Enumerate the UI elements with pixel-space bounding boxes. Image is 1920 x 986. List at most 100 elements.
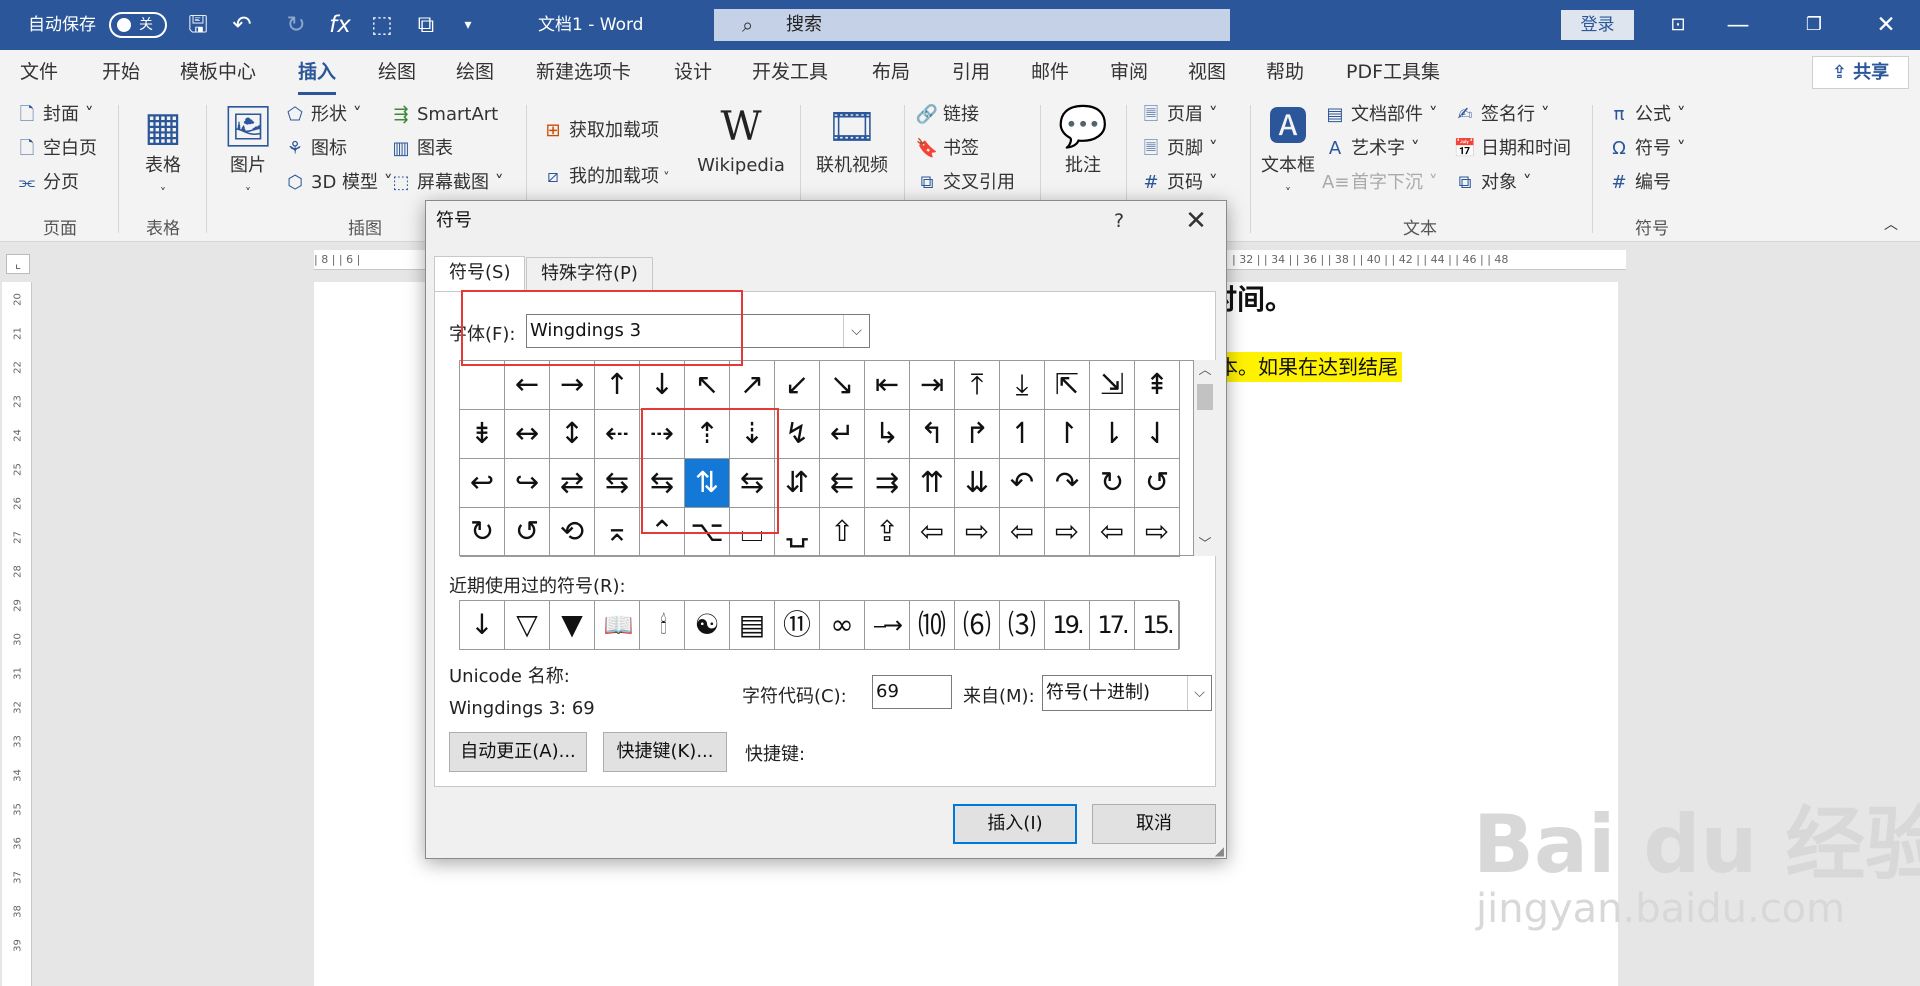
page-break-button[interactable]: ⫘ 分页 (14, 169, 79, 197)
symbol-cell[interactable]: ↯ (775, 410, 820, 459)
symbol-cell[interactable]: ↺ (505, 508, 550, 557)
symbol-cell[interactable]: ⇦ (1000, 508, 1045, 557)
symbol-cell[interactable]: ⇃ (1135, 410, 1180, 459)
symbol-cell[interactable]: ⟲ (550, 508, 595, 557)
shapes-button[interactable]: ⬠ 形状 ˅ (282, 101, 362, 129)
symbol-cell[interactable]: ⇉ (865, 459, 910, 508)
symbol-cell[interactable]: ↻ (460, 508, 505, 557)
ribbon-display-icon[interactable]: ⊡ (1658, 0, 1698, 50)
symbol-cell[interactable]: ⇂ (1090, 410, 1135, 459)
symbol-cell[interactable]: ⇨ (1135, 508, 1180, 557)
recent-symbol-cell[interactable]: ⎯→ (865, 601, 910, 649)
object-button[interactable]: ⧉ 对象 ˅ (1452, 169, 1532, 197)
login-button[interactable]: 登录 (1561, 10, 1634, 40)
recent-symbol-cell[interactable]: 17. (1090, 601, 1135, 649)
symbol-cell[interactable]: ⇧ (820, 508, 865, 557)
link-button[interactable]: 🔗 链接 (914, 101, 979, 129)
table-button[interactable]: ▦ 表格 ˅ (132, 101, 194, 206)
symbol-cell[interactable]: ⇦ (1090, 508, 1135, 557)
symbol-cell[interactable]: ↾ (1045, 410, 1090, 459)
symbol-cell[interactable]: ⇤ (865, 361, 910, 410)
symbol-cell[interactable]: ↪ (505, 459, 550, 508)
tab-design[interactable]: 设计 (674, 50, 712, 95)
screenshot-button[interactable]: ⬚ 屏幕截图 ˅ (388, 169, 503, 197)
symbol-cell[interactable]: ⇨ (955, 508, 1000, 557)
my-addins-button[interactable]: ⧄ 我的加载项 ˅ (540, 163, 669, 193)
recent-symbol-cell[interactable]: ∞ (820, 601, 865, 649)
shortcut-key-button[interactable]: 快捷键(K)... (603, 732, 727, 772)
tab-developer[interactable]: 开发工具 (752, 50, 828, 95)
chart-button[interactable]: ▥ 图表 (388, 135, 453, 163)
symbol-cell[interactable]: ⇄ (550, 459, 595, 508)
equation-button[interactable]: π 公式 ˅ (1606, 101, 1686, 129)
symbol-cell[interactable]: ⇱ (1045, 361, 1090, 410)
symbol-cell[interactable]: ↵ (820, 410, 865, 459)
insert-button[interactable]: 插入(I) (953, 804, 1077, 844)
symbol-cell[interactable]: ↘ (820, 361, 865, 410)
symbol-cell[interactable]: ⌥ (685, 508, 730, 557)
smartart-button[interactable]: ⇶ SmartArt (388, 101, 498, 129)
tab-help[interactable]: 帮助 (1266, 50, 1304, 95)
picture-button[interactable]: 🖼 图片 ˅ (218, 101, 278, 206)
symbol-cell[interactable]: ⇆ (730, 459, 775, 508)
signature-line-button[interactable]: ✍ 签名行 ˅ (1452, 101, 1549, 129)
close-icon[interactable]: ✕ (1176, 201, 1216, 241)
tab-new[interactable]: 新建选项卡 (536, 50, 631, 95)
recent-symbol-cell[interactable]: ↓ (460, 601, 505, 649)
symbol-cell[interactable]: ↱ (955, 410, 1000, 459)
customize-qat-icon[interactable]: ▾ (448, 0, 488, 50)
tab-draw[interactable]: 绘图 (378, 50, 416, 95)
tab-pdf[interactable]: PDF工具集 (1346, 50, 1440, 95)
symbol-cell[interactable]: ↗ (730, 361, 775, 410)
symbol-cell[interactable]: ↿ (1000, 410, 1045, 459)
footer-button[interactable]: 🗏 页脚 ˅ (1138, 135, 1218, 163)
symbol-cell[interactable]: ⇠ (595, 410, 640, 459)
page-number-button[interactable]: # 页码 ˅ (1138, 169, 1217, 197)
symbol-cell[interactable]: ⇅ (685, 459, 730, 508)
tab-insert[interactable]: 插入 (298, 50, 337, 95)
collapse-ribbon-icon[interactable]: ︿ (1884, 211, 1898, 239)
symbol-cell[interactable]: ↓ (640, 361, 685, 410)
symbol-cell[interactable]: ⇢ (640, 410, 685, 459)
resize-grip-icon[interactable]: ◢ (1215, 844, 1224, 858)
symbol-cell[interactable]: ↑ (595, 361, 640, 410)
recent-symbol-cell[interactable]: ▤ (730, 601, 775, 649)
vertical-ruler[interactable]: 20 21 22 23 24 25 26 27 28 29 30 31 32 33 34 35 36 37 38 39 (2, 282, 32, 986)
cross-reference-button[interactable]: ⧉ 交叉引用 (914, 169, 1015, 197)
autosave-toggle[interactable]: 关 (109, 12, 167, 38)
recent-symbol-cell[interactable]: ▼ (550, 601, 595, 649)
cancel-button[interactable]: 取消 (1092, 804, 1216, 844)
char-code-input[interactable]: 69 (872, 675, 952, 709)
symbol-cell[interactable]: ↰ (910, 410, 955, 459)
symbol-cell[interactable]: ↖ (685, 361, 730, 410)
tab-file[interactable]: 文件 (20, 50, 58, 95)
date-time-button[interactable]: 📅 日期和时间 (1452, 135, 1571, 163)
wikipedia-button[interactable]: W Wikipedia (692, 101, 790, 179)
function-icon[interactable]: fx (320, 0, 360, 50)
recent-symbol-cell[interactable]: 19. (1045, 601, 1090, 649)
restore-icon[interactable]: ❐ (1794, 0, 1834, 50)
tab-home[interactable]: 开始 (102, 50, 140, 95)
recent-symbols[interactable]: ↓ ▽ ▼ 📖 🕯 ☯ ▤ ⑪ ∞ ⎯→ ⑽ ⑹ ⑶ 19. 17. 15. (459, 600, 1180, 650)
recent-symbol-cell[interactable]: ⑶ (1000, 601, 1045, 649)
symbol-grid[interactable]: ← → ↑ ↓ ↖ ↗ ↙ ↘ ⇤ ⇥ ⤒ ⤓ ⇱ ⇲ ⇞ ⇟ ↔ ↕ ⇠ ⇢ ⇡ ⇣ ↯ ↵ ↳ ↰ ↱ ↿ ↾ ⇂ ⇃ ↩ ↪ ⇄ ⇆ ⇆ ⇅ ⇆ ⇵ ⇇… (459, 360, 1194, 557)
symbol-cell[interactable]: ↔ (505, 410, 550, 459)
symbol-cell[interactable]: ⇈ (910, 459, 955, 508)
symbol-cell[interactable]: ↩ (460, 459, 505, 508)
symbol-cell[interactable]: ↙ (775, 361, 820, 410)
close-window-icon[interactable]: ✕ (1866, 0, 1906, 50)
from-select[interactable]: 符号(十进制) ⌵ (1042, 675, 1212, 711)
recent-symbol-cell[interactable]: ⑽ (910, 601, 955, 649)
search-box[interactable]: ⌕ 搜索 (714, 9, 1230, 41)
online-video-button[interactable]: 🎞 联机视频 (810, 101, 894, 179)
symbol-cell[interactable]: ↷ (1045, 459, 1090, 508)
symbol-cell[interactable]: ⇆ (640, 459, 685, 508)
tab-special-characters[interactable]: 特殊字符(P) (526, 257, 653, 291)
symbol-cell[interactable]: ⇦ (910, 508, 955, 557)
symbol-cell[interactable]: ⇇ (820, 459, 865, 508)
cover-button[interactable]: 🗋 封面 ˅ (14, 101, 94, 129)
tab-draw-2[interactable]: 绘图 (456, 50, 494, 95)
tab-references[interactable]: 引用 (952, 50, 990, 95)
symbol-cell[interactable]: ⇵ (775, 459, 820, 508)
recent-symbol-cell[interactable]: ▽ (505, 601, 550, 649)
